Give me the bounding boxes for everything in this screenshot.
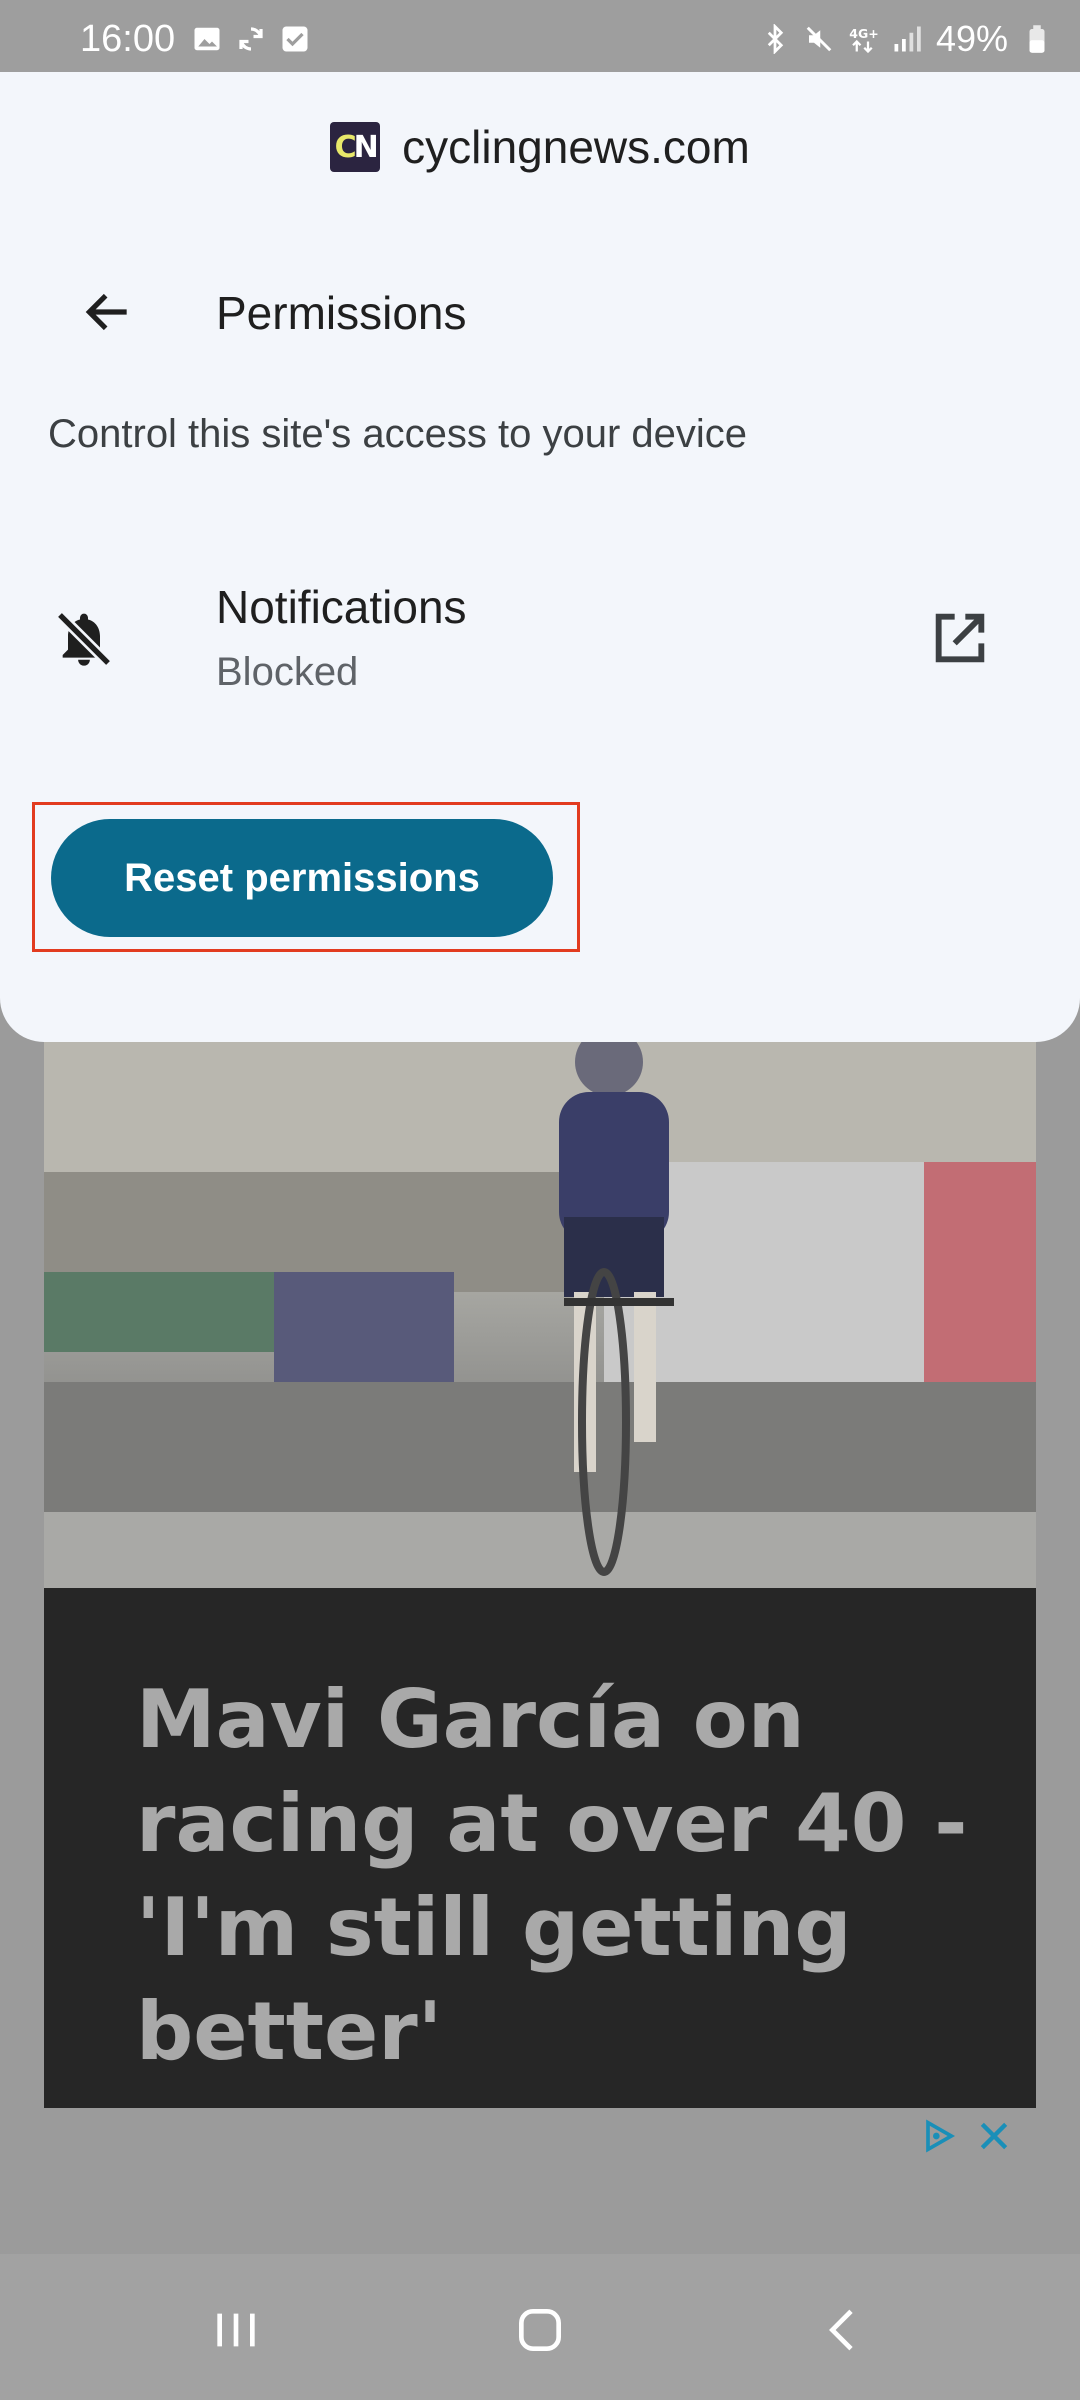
article-headline-box: Mavi García on racing at over 40 - 'I'm …	[44, 1588, 1036, 2108]
permissions-header: Permissions	[0, 262, 1080, 362]
permissions-sheet: CN cyclingnews.com Permissions Control t…	[0, 72, 1080, 1042]
navigation-bar	[0, 2254, 1080, 2400]
notifications-permission-row[interactable]: Notifications Blocked	[0, 562, 1080, 712]
sync-icon	[239, 27, 263, 51]
site-logo: CN	[330, 122, 381, 172]
page-title: Permissions	[216, 287, 467, 339]
reset-highlight: Reset permissions	[32, 802, 580, 952]
article-card[interactable]: Mavi García on racing at over 40 - 'I'm …	[44, 1042, 1036, 2108]
battery-percent: 49%	[935, 18, 1008, 59]
signal-icon	[894, 26, 921, 52]
ad-controls	[918, 2116, 1014, 2156]
status-right: 4G+ 49%	[760, 18, 1052, 60]
article-photo	[44, 1042, 1036, 1588]
home-icon	[519, 2309, 561, 2351]
ad-choices-icon[interactable]	[918, 2116, 958, 2156]
site-name: cyclingnews.com	[402, 121, 750, 173]
status-time: 16:00	[80, 18, 176, 60]
ad-banner	[0, 2108, 1080, 2254]
article-headline[interactable]: Mavi García on racing at over 40 - 'I'm …	[136, 1668, 976, 2084]
svg-text:4G+: 4G+	[849, 26, 878, 41]
status-bar: 16:00 4G+ 49%	[0, 0, 1080, 72]
recent-apps-icon	[217, 2313, 255, 2347]
permissions-description: Control this site's access to your devic…	[48, 412, 748, 456]
back-nav-button[interactable]	[804, 2290, 884, 2370]
notifications-off-icon	[56, 611, 112, 667]
home-button[interactable]	[500, 2290, 580, 2370]
close-ad-icon[interactable]	[974, 2116, 1014, 2156]
site-header: CN cyclingnews.com	[0, 120, 1080, 174]
back-button[interactable]	[68, 262, 148, 362]
bluetooth-icon	[767, 24, 784, 54]
4g-icon: 4G+	[849, 26, 878, 54]
notifications-state: Blocked	[216, 650, 359, 694]
open-in-new-icon[interactable]	[928, 606, 992, 670]
image-icon	[194, 27, 220, 51]
mute-icon	[806, 26, 832, 52]
back-nav-icon	[829, 2309, 853, 2351]
recent-apps-button[interactable]	[196, 2290, 276, 2370]
check-box-icon	[282, 26, 308, 52]
battery-icon	[1029, 25, 1045, 53]
cyclist-photo	[44, 1042, 1036, 1588]
status-left-icons	[192, 24, 310, 54]
reset-permissions-button[interactable]: Reset permissions	[51, 819, 553, 937]
arrow-back-icon	[85, 293, 127, 331]
notifications-label: Notifications	[216, 581, 467, 633]
